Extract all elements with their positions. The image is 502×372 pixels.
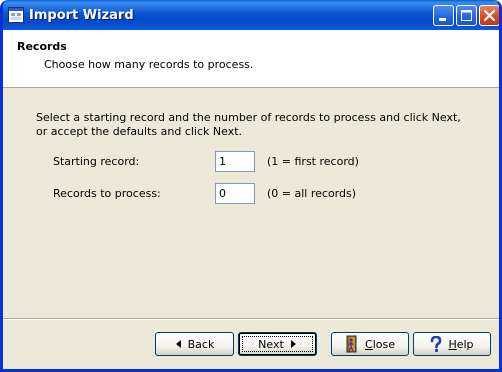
close-icon <box>483 9 496 22</box>
import-wizard-window: Import Wizard Records Choose how many re… <box>0 0 502 372</box>
help-button[interactable]: Help <box>413 332 491 356</box>
maximize-icon <box>461 10 472 21</box>
records-to-process-input[interactable] <box>215 183 255 204</box>
starting-record-label: Starting record: <box>53 155 140 168</box>
starting-record-hint: (1 = first record) <box>267 155 359 168</box>
question-mark-icon <box>431 335 442 352</box>
triangle-left-icon <box>175 340 181 348</box>
door-exit-icon <box>346 335 357 353</box>
minimize-button[interactable] <box>433 5 454 26</box>
help-button-label: Help <box>448 337 474 351</box>
page-title: Records <box>17 40 67 53</box>
window-title: Import Wizard <box>29 8 134 23</box>
maximize-button[interactable] <box>456 5 477 26</box>
close-window-button[interactable] <box>479 5 499 26</box>
triangle-right-icon <box>290 340 296 348</box>
minimize-icon <box>439 18 446 21</box>
next-button[interactable]: Next <box>238 332 317 356</box>
close-button[interactable]: Close <box>331 332 409 356</box>
wizard-window-icon <box>8 7 24 23</box>
wizard-header: Records Choose how many records to proce… <box>3 30 499 88</box>
page-subtitle: Choose how many records to process. <box>44 58 254 71</box>
title-bar[interactable]: Import Wizard <box>3 0 499 30</box>
footer-separator <box>3 318 499 320</box>
next-button-label: Next <box>258 337 284 351</box>
starting-record-input[interactable] <box>215 151 255 172</box>
close-button-label: Close <box>365 337 395 351</box>
records-to-process-hint: (0 = all records) <box>267 187 357 200</box>
records-to-process-label: Records to process: <box>53 187 161 200</box>
back-button[interactable]: Back <box>155 332 234 356</box>
back-button-label: Back <box>187 337 215 351</box>
instructions-text: Select a starting record and the number … <box>36 111 461 138</box>
